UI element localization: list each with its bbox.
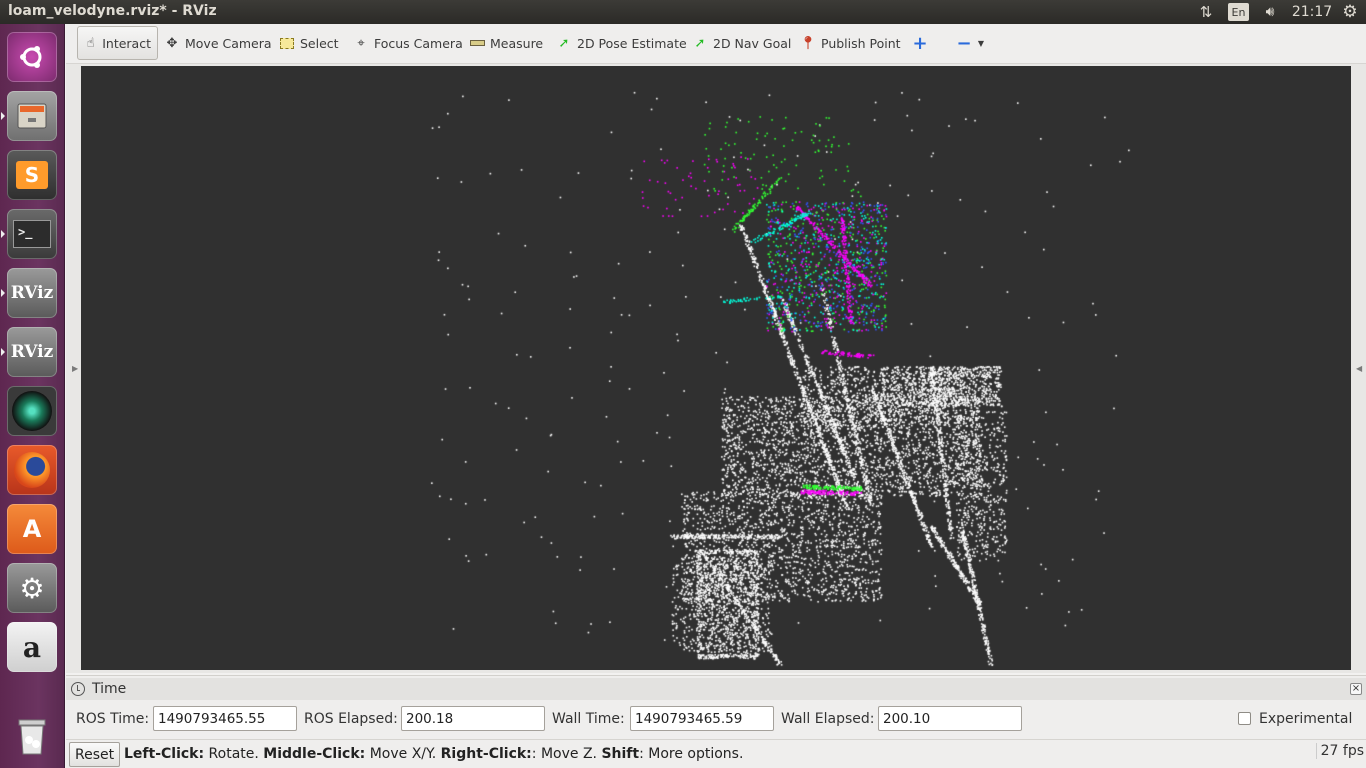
hand-pointer-icon: ☝: [86, 35, 95, 51]
clock-icon: [71, 682, 85, 696]
select-rectangle-icon: [279, 35, 295, 51]
running-indicator: [1, 289, 5, 297]
point-cloud: [81, 66, 1351, 670]
rviz-icon[interactable]: RViz: [7, 327, 57, 377]
ros-time-label: ROS Time:: [76, 711, 150, 727]
ubuntu-logo-icon[interactable]: [7, 32, 57, 82]
file-cabinet-icon[interactable]: [7, 91, 57, 141]
ros-elapsed-label: ROS Elapsed:: [304, 711, 398, 727]
green-arrow-icon: ➚: [694, 35, 706, 51]
minus-icon: −: [956, 32, 972, 54]
left-dock-handle-icon[interactable]: ▶: [72, 364, 80, 373]
running-indicator: [1, 112, 5, 120]
status-hint: Left-Click: Rotate. Middle-Click: Move X…: [124, 746, 744, 762]
move-camera-icon: ✥: [166, 35, 178, 51]
close-icon[interactable]: ×: [1350, 683, 1362, 695]
keyboard-icon[interactable]: En: [1228, 3, 1249, 21]
fps-counter: 27 fps: [1315, 743, 1364, 759]
ruler-icon: [469, 35, 485, 51]
move-camera-tool-button[interactable]: ✥ Move Camera: [158, 26, 278, 60]
nav-goal-tool-button[interactable]: ➚ 2D Nav Goal: [686, 26, 797, 60]
sound-icon[interactable]: 🔊︎: [1258, 0, 1282, 24]
firefox-icon[interactable]: [7, 445, 57, 495]
wall-time-label: Wall Time:: [552, 711, 625, 727]
reset-button[interactable]: Reset: [69, 742, 121, 767]
3d-render-view[interactable]: [81, 66, 1351, 670]
focus-camera-tool-button[interactable]: ⌖ Focus Camera: [347, 26, 469, 60]
select-tool-button[interactable]: Select: [273, 26, 345, 60]
map-pin-icon: 📍︎: [799, 35, 817, 51]
wall-time-field[interactable]: [630, 706, 774, 731]
terminal-icon[interactable]: >_: [7, 209, 57, 259]
status-bar: Reset Left-Click: Rotate. Middle-Click: …: [66, 739, 1366, 768]
experimental-checkbox[interactable]: [1238, 712, 1251, 725]
running-indicator: [1, 348, 5, 356]
measure-tool-button[interactable]: Measure: [463, 26, 549, 60]
network-icon[interactable]: ⇅: [1196, 0, 1216, 24]
wall-elapsed-label: Wall Elapsed:: [781, 711, 875, 727]
sublime-text-icon[interactable]: S: [7, 150, 57, 200]
time-panel-header: Time ×: [66, 678, 1366, 700]
pose-estimate-tool-button[interactable]: ➚ 2D Pose Estimate: [550, 26, 693, 60]
clock[interactable]: 21:17: [1292, 0, 1332, 24]
toolbar: ☝ Interact ✥ Move Camera Select ⌖ Focus …: [66, 24, 1366, 64]
chevron-down-icon: ▼: [977, 38, 985, 48]
green-arrow-icon: ➚: [558, 35, 570, 51]
camera-lens-icon[interactable]: [7, 386, 57, 436]
amazon-icon[interactable]: a: [7, 622, 57, 672]
plus-icon: +: [912, 32, 928, 54]
wall-elapsed-field[interactable]: [878, 706, 1022, 731]
trash-icon[interactable]: [7, 712, 57, 762]
software-center-icon[interactable]: A: [7, 504, 57, 554]
ros-time-field[interactable]: [153, 706, 297, 731]
publish-point-tool-button[interactable]: 📍︎ Publish Point: [794, 26, 907, 60]
experimental-label: Experimental: [1259, 711, 1353, 727]
interact-tool-button[interactable]: ☝ Interact: [77, 26, 158, 60]
launcher: S >_ RViz RViz A ⚙ a: [0, 24, 65, 768]
focus-camera-icon: ⌖: [357, 35, 365, 51]
add-tool-button[interactable]: +: [906, 26, 934, 60]
rviz-icon[interactable]: RViz: [7, 268, 57, 318]
remove-tool-button[interactable]: − ▼: [950, 26, 991, 60]
top-panel: loam_velodyne.rviz* - RViz ⇅ En 🔊︎ 21:17…: [0, 0, 1366, 24]
render-panel: ▶ ◀: [66, 64, 1366, 673]
wrench-gear-icon[interactable]: ⚙: [7, 563, 57, 613]
settings-gear-icon[interactable]: ⚙: [1340, 0, 1360, 24]
time-panel: Time × ROS Time: ROS Elapsed: Wall Time:…: [66, 675, 1366, 739]
time-panel-title: Time: [92, 681, 127, 697]
right-dock-handle-icon[interactable]: ◀: [1356, 364, 1364, 373]
ros-elapsed-field[interactable]: [401, 706, 545, 731]
window-title: loam_velodyne.rviz* - RViz: [8, 3, 217, 19]
running-indicator: [1, 230, 5, 238]
